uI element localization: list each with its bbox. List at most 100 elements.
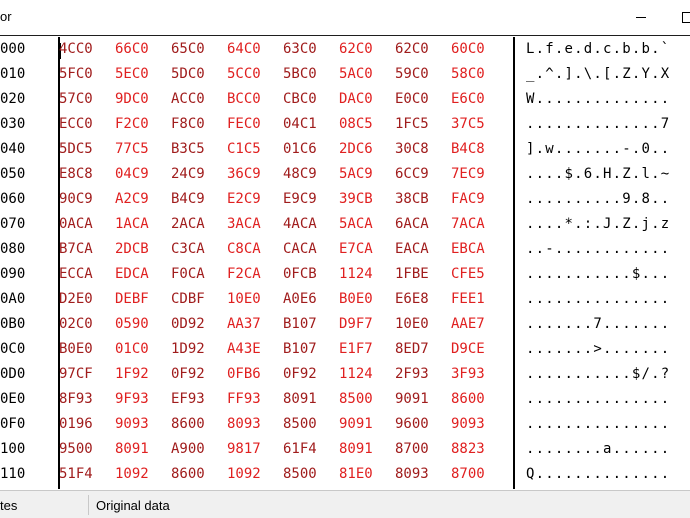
hex-word-cell[interactable]: 04C1 bbox=[283, 112, 335, 137]
hex-word-cell[interactable]: AA37 bbox=[227, 312, 279, 337]
hex-word-cell[interactable]: 36C9 bbox=[227, 162, 279, 187]
hex-word-cell[interactable]: 9093 bbox=[115, 412, 167, 437]
hex-word-cell[interactable]: C1C5 bbox=[227, 137, 279, 162]
ascii-row[interactable]: ....*.:.J.Z.j.z bbox=[526, 212, 670, 237]
hex-word-cell[interactable]: A43E bbox=[227, 337, 279, 362]
hex-word-cell[interactable]: 39CB bbox=[339, 187, 391, 212]
hex-word-cell[interactable]: D2E0 bbox=[59, 287, 111, 312]
hex-word-cell[interactable]: 8091 bbox=[339, 437, 391, 462]
hex-word-cell[interactable]: EBCA bbox=[451, 237, 503, 262]
hex-word-cell[interactable]: EF93 bbox=[171, 387, 223, 412]
hex-word-cell[interactable]: 0F92 bbox=[171, 362, 223, 387]
maximize-button[interactable] bbox=[664, 0, 690, 35]
hex-word-cell[interactable]: 8500 bbox=[283, 462, 335, 487]
ascii-row[interactable]: _.^.].\.[.Z.Y.X bbox=[526, 62, 670, 87]
hex-word-cell[interactable]: 9093 bbox=[451, 412, 503, 437]
hex-word-cell[interactable]: 5CC0 bbox=[227, 62, 279, 87]
hex-word-cell[interactable]: 8700 bbox=[395, 437, 447, 462]
hex-word-cell[interactable]: 62C0 bbox=[339, 37, 391, 62]
hex-word-cell[interactable]: FAC9 bbox=[451, 187, 503, 212]
hex-word-cell[interactable]: 64C0 bbox=[227, 37, 279, 62]
hex-word-cell[interactable]: 1092 bbox=[227, 462, 279, 487]
hex-word-cell[interactable]: ECC0 bbox=[59, 112, 111, 137]
hex-word-cell[interactable]: 4CC0 bbox=[59, 37, 111, 62]
hex-word-cell[interactable]: 65C0 bbox=[171, 37, 223, 62]
ascii-row[interactable]: ............... bbox=[526, 387, 670, 412]
hex-word-cell[interactable]: E0C0 bbox=[395, 87, 447, 112]
hex-word-cell[interactable]: 3F93 bbox=[451, 362, 503, 387]
hex-word-cell[interactable]: 6CC9 bbox=[395, 162, 447, 187]
hex-word-cell[interactable]: 8600 bbox=[451, 387, 503, 412]
hex-word-cell[interactable]: 0ACA bbox=[59, 212, 111, 237]
hex-word-cell[interactable]: 1FBE bbox=[395, 262, 447, 287]
hex-word-cell[interactable]: CBC0 bbox=[283, 87, 335, 112]
hex-word-cell[interactable]: 57C0 bbox=[59, 87, 111, 112]
hex-word-cell[interactable]: EACA bbox=[395, 237, 447, 262]
hex-word-cell[interactable]: E6C0 bbox=[451, 87, 503, 112]
hex-word-cell[interactable]: 5BC0 bbox=[283, 62, 335, 87]
hex-word-cell[interactable]: 9600 bbox=[395, 412, 447, 437]
hex-word-cell[interactable]: 6ACA bbox=[395, 212, 447, 237]
hex-word-cell[interactable]: B107 bbox=[283, 337, 335, 362]
hex-word-cell[interactable]: 2ACA bbox=[171, 212, 223, 237]
hex-word-cell[interactable]: 7ACA bbox=[451, 212, 503, 237]
hex-word-cell[interactable]: 81E0 bbox=[339, 462, 391, 487]
hex-word-cell[interactable]: 24C9 bbox=[171, 162, 223, 187]
hex-word-cell[interactable]: 0F92 bbox=[283, 362, 335, 387]
hex-word-cell[interactable]: F0CA bbox=[171, 262, 223, 287]
hex-word-cell[interactable]: 30C8 bbox=[395, 137, 447, 162]
hex-word-cell[interactable]: 62C0 bbox=[395, 37, 447, 62]
hex-word-cell[interactable]: 1FC5 bbox=[395, 112, 447, 137]
hex-word-cell[interactable]: 10E0 bbox=[395, 312, 447, 337]
hex-word-cell[interactable]: 04C9 bbox=[115, 162, 167, 187]
ascii-row[interactable]: L.f.e.d.c.b.b.` bbox=[526, 37, 670, 62]
hex-word-cell[interactable]: 2DCB bbox=[115, 237, 167, 262]
hex-word-cell[interactable]: 5AC9 bbox=[339, 162, 391, 187]
hex-word-cell[interactable]: 0FCB bbox=[283, 262, 335, 287]
hex-word-cell[interactable]: FEE1 bbox=[451, 287, 503, 312]
hex-word-cell[interactable]: ECCA bbox=[59, 262, 111, 287]
hex-word-cell[interactable]: 01C0 bbox=[115, 337, 167, 362]
hex-word-cell[interactable]: 7EC9 bbox=[451, 162, 503, 187]
ascii-row[interactable]: ........a...... bbox=[526, 437, 670, 462]
ascii-row[interactable]: ............... bbox=[526, 287, 670, 312]
hex-word-cell[interactable]: E1F7 bbox=[339, 337, 391, 362]
hex-word-cell[interactable]: 9500 bbox=[59, 437, 111, 462]
hex-word-cell[interactable]: 97CF bbox=[59, 362, 111, 387]
hex-word-cell[interactable]: 8093 bbox=[395, 462, 447, 487]
ascii-row[interactable]: ............... bbox=[526, 412, 670, 437]
hex-word-cell[interactable]: 1124 bbox=[339, 362, 391, 387]
hex-word-cell[interactable]: 58C0 bbox=[451, 62, 503, 87]
hex-word-cell[interactable]: 8F93 bbox=[59, 387, 111, 412]
hex-word-cell[interactable]: 8600 bbox=[171, 462, 223, 487]
ascii-row[interactable]: ..........9.8.. bbox=[526, 187, 670, 212]
hex-word-cell[interactable]: CACA bbox=[283, 237, 335, 262]
hex-word-cell[interactable]: 8ED7 bbox=[395, 337, 447, 362]
hex-word-cell[interactable]: 61F4 bbox=[283, 437, 335, 462]
hex-word-cell[interactable]: 9817 bbox=[227, 437, 279, 462]
hex-word-cell[interactable]: D9F7 bbox=[339, 312, 391, 337]
hex-word-cell[interactable]: E8C8 bbox=[59, 162, 111, 187]
hex-word-cell[interactable]: 0590 bbox=[115, 312, 167, 337]
hex-word-cell[interactable]: 60C0 bbox=[451, 37, 503, 62]
hex-word-cell[interactable]: DEBF bbox=[115, 287, 167, 312]
ascii-row[interactable]: ].w.......-.0.. bbox=[526, 137, 670, 162]
hex-word-cell[interactable]: 8093 bbox=[227, 412, 279, 437]
hex-word-cell[interactable]: B7CA bbox=[59, 237, 111, 262]
hex-word-cell[interactable]: 51F4 bbox=[59, 462, 111, 487]
hex-word-cell[interactable]: F8C0 bbox=[171, 112, 223, 137]
hex-word-cell[interactable]: E9C9 bbox=[283, 187, 335, 212]
hex-word-cell[interactable]: ACC0 bbox=[171, 87, 223, 112]
hex-word-cell[interactable]: 02C0 bbox=[59, 312, 111, 337]
hex-word-cell[interactable]: 1F92 bbox=[115, 362, 167, 387]
hex-word-cell[interactable]: 0D92 bbox=[171, 312, 223, 337]
hex-word-cell[interactable]: EDCA bbox=[115, 262, 167, 287]
hex-word-cell[interactable]: 63C0 bbox=[283, 37, 335, 62]
hex-word-cell[interactable]: 38CB bbox=[395, 187, 447, 212]
hex-word-cell[interactable]: A900 bbox=[171, 437, 223, 462]
hex-word-cell[interactable]: 8500 bbox=[283, 412, 335, 437]
ascii-row[interactable]: W.............. bbox=[526, 87, 670, 112]
hex-word-cell[interactable]: BCC0 bbox=[227, 87, 279, 112]
hex-word-cell[interactable]: 1ACA bbox=[115, 212, 167, 237]
hex-word-cell[interactable]: 0196 bbox=[59, 412, 111, 437]
